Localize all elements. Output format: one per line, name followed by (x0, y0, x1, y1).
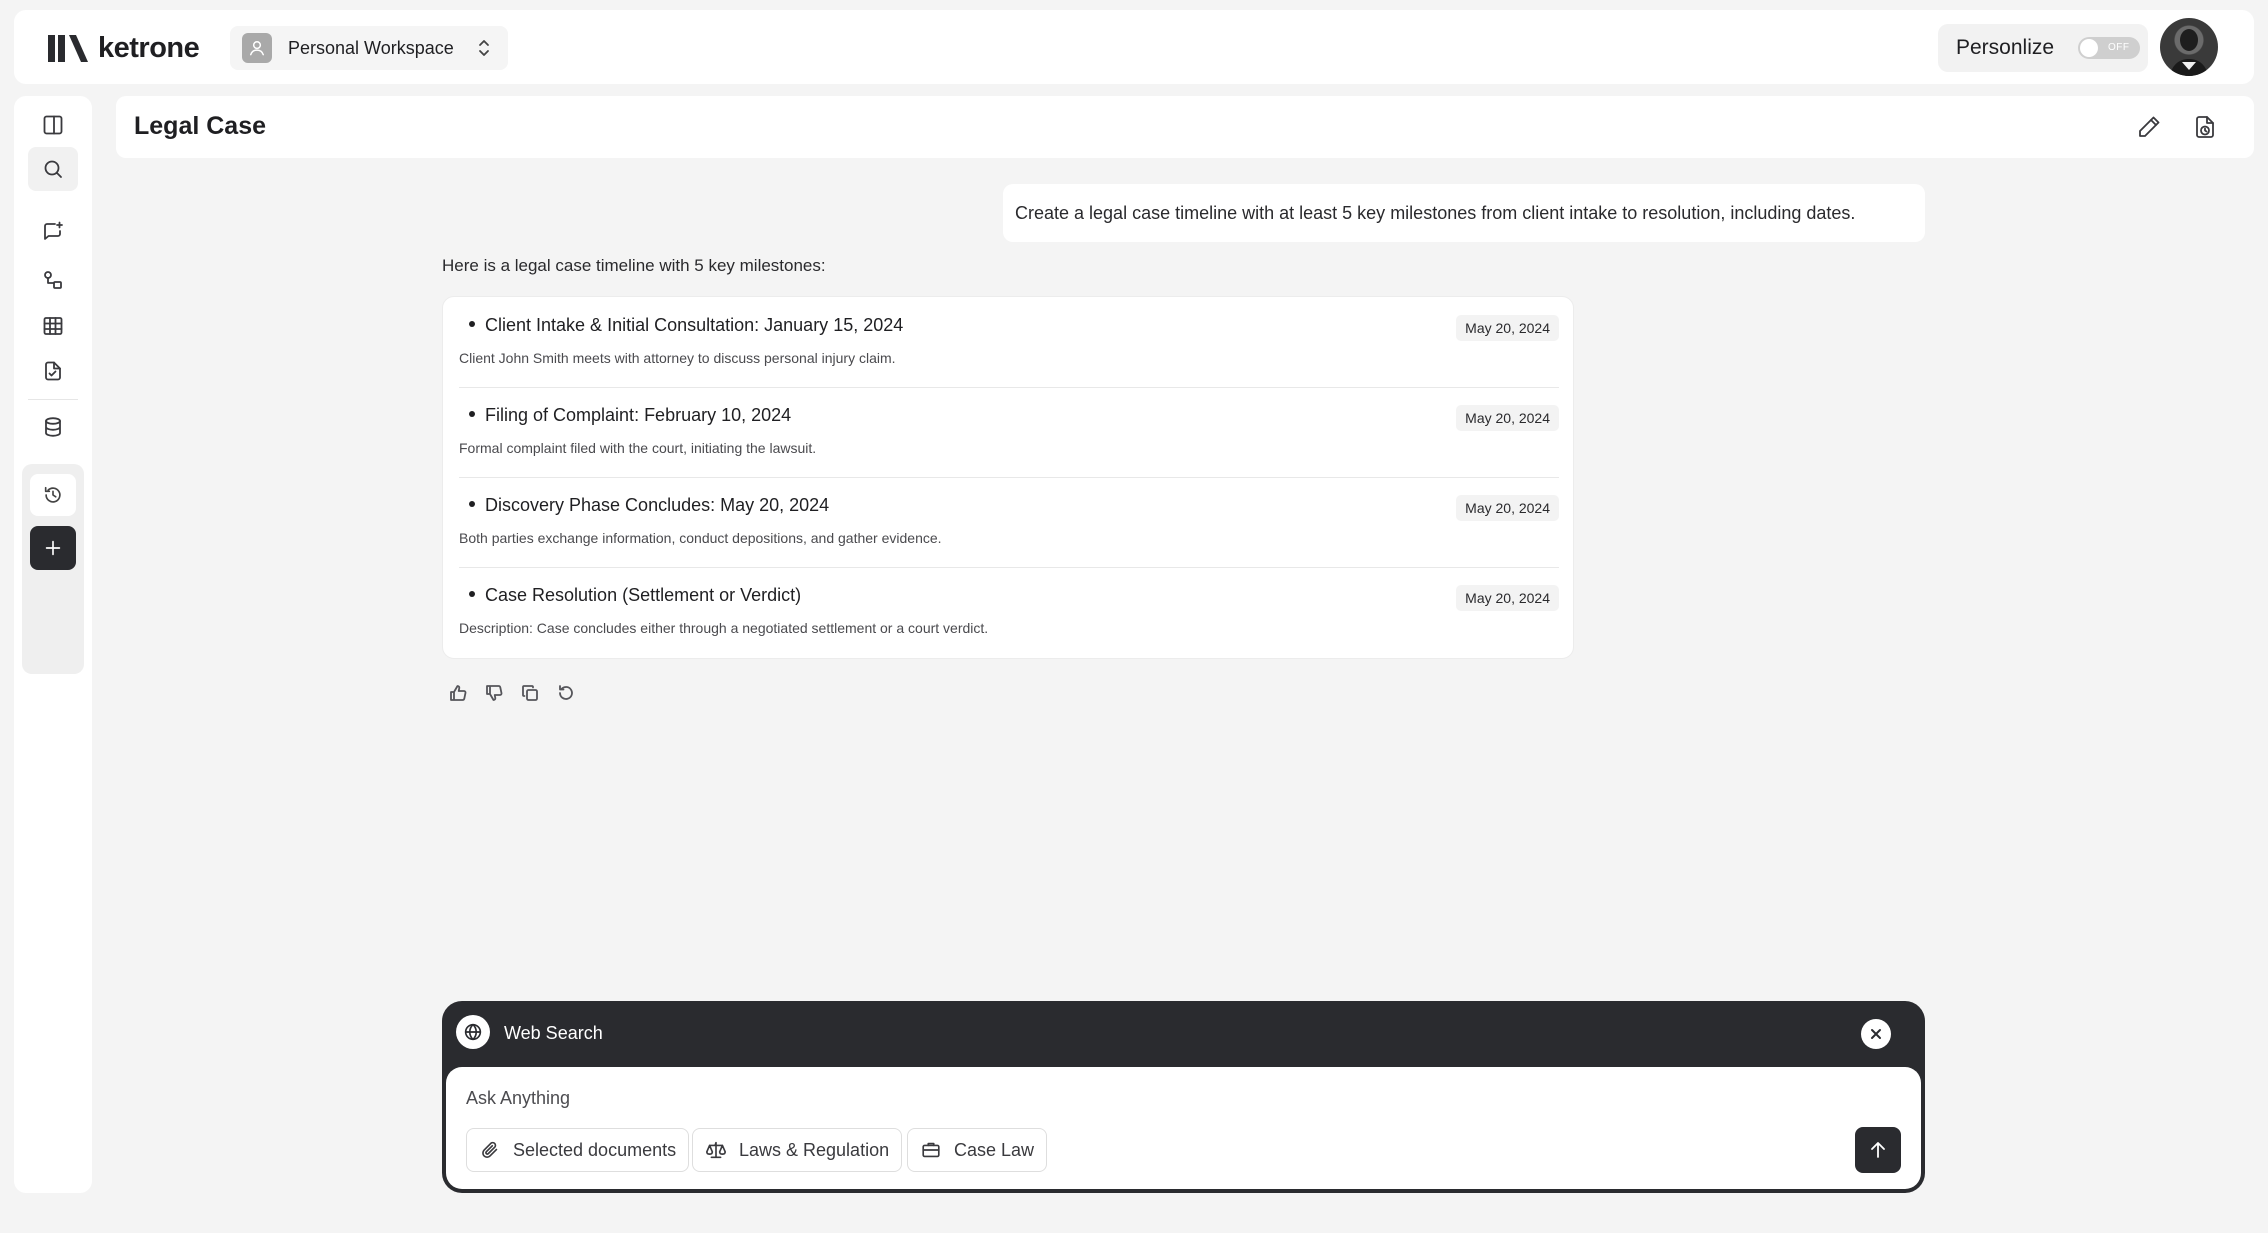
milestone-item: Client Intake & Initial Consultation: Ja… (459, 297, 1559, 387)
paperclip-icon (479, 1139, 501, 1161)
personalize-control: Personlize OFF (1938, 24, 2148, 72)
milestone-description: Description: Case concludes either throu… (459, 620, 989, 636)
refresh-icon (556, 683, 576, 703)
milestone-date-badge: May 20, 2024 (1456, 315, 1559, 341)
chat-sparkle-icon (41, 220, 65, 244)
personalize-label: Personlize (1956, 36, 2055, 59)
workspace-label: Personal Workspace (288, 37, 454, 58)
sidebar-item-workflows[interactable] (28, 258, 78, 302)
personalize-toggle[interactable]: OFF (2078, 37, 2140, 59)
page-title: Legal Case (134, 112, 267, 140)
laws-regulation-chip[interactable]: Laws & Regulation (692, 1128, 903, 1172)
regenerate-button[interactable] (554, 680, 578, 706)
new-case-button[interactable] (30, 526, 76, 570)
milestone-description: Formal complaint filed with the court, i… (459, 440, 817, 456)
scale-icon (705, 1139, 727, 1161)
ask-input[interactable] (466, 1081, 1766, 1115)
case-header: Legal Case (116, 96, 2254, 158)
milestone-title: Discovery Phase Concludes: May 20, 2024 (469, 495, 829, 516)
close-icon (1868, 1026, 1884, 1042)
close-web-search-button[interactable] (1861, 1019, 1891, 1049)
user-icon (247, 38, 267, 58)
edit-title-button[interactable] (2132, 110, 2166, 144)
brand-logo[interactable]: ketrone (48, 31, 200, 64)
like-button[interactable] (446, 680, 470, 706)
milestone-description: Client John Smith meets with attorney to… (459, 350, 896, 366)
pencil-icon (2135, 113, 2163, 141)
chevron-up-down-icon (474, 37, 494, 59)
workspace-avatar (242, 33, 272, 63)
history-icon (42, 484, 64, 506)
search-icon (41, 157, 65, 181)
milestone-item: Filing of Complaint: February 10, 2024 M… (459, 387, 1559, 477)
timeline-card: Client Intake & Initial Consultation: Ja… (442, 296, 1574, 659)
web-search-badge (456, 1015, 490, 1049)
chip-label: Laws & Regulation (739, 1139, 890, 1160)
globe-icon (462, 1021, 484, 1043)
milestone-date-badge: May 20, 2024 (1456, 495, 1559, 521)
milestone-title: Filing of Complaint: February 10, 2024 (469, 405, 791, 426)
profile-avatar[interactable] (2160, 18, 2218, 76)
sidebar-toggle-button[interactable] (28, 103, 78, 147)
left-sidebar (14, 96, 92, 1193)
plus-icon (42, 537, 64, 559)
table-grid-icon (41, 314, 65, 338)
milestone-item: Case Resolution (Settlement or Verdict) … (459, 567, 1559, 657)
selected-documents-chip[interactable]: Selected documents (466, 1128, 690, 1172)
person-photo-icon (2160, 18, 2218, 76)
milestone-date-badge: May 20, 2024 (1456, 585, 1559, 611)
chip-label: Case Law (954, 1139, 1035, 1160)
copy-button[interactable] (518, 680, 542, 706)
sidebar-item-tables[interactable] (28, 304, 78, 348)
top-bar: ketrone Personal Workspace Personlize OF… (14, 10, 2254, 84)
sidebar-action-group (22, 464, 84, 674)
user-message: Create a legal case timeline with at lea… (1003, 184, 1925, 242)
milestone-item: Discovery Phase Concludes: May 20, 2024 … (459, 477, 1559, 567)
assistant-intro: Here is a legal case timeline with 5 key… (442, 256, 826, 275)
thumbs-up-icon (448, 683, 468, 703)
chip-label: Selected documents (513, 1139, 677, 1160)
response-actions (446, 680, 578, 706)
sidebar-item-search[interactable] (28, 147, 78, 191)
composer-input-area: Selected documents Laws & Regulation Cas… (446, 1067, 1921, 1189)
sidebar-panel-icon (41, 113, 65, 137)
milestone-date-badge: May 20, 2024 (1456, 405, 1559, 431)
sidebar-item-documents[interactable] (28, 349, 78, 393)
document-check-icon (41, 359, 65, 383)
milestone-description: Both parties exchange information, condu… (459, 530, 942, 546)
milestone-title: Case Resolution (Settlement or Verdict) (469, 585, 801, 606)
document-history-button[interactable] (2188, 110, 2222, 144)
database-icon (41, 415, 65, 439)
document-clock-icon (2191, 113, 2219, 141)
toggle-knob (2080, 39, 2098, 57)
milestone-title: Client Intake & Initial Consultation: Ja… (469, 315, 903, 336)
case-law-chip[interactable]: Case Law (907, 1128, 1048, 1172)
web-search-label: Web Search (504, 1023, 603, 1043)
composer: Web Search Selected documents Laws & Reg… (442, 1001, 1925, 1193)
brand-name: ketrone (98, 31, 200, 64)
history-button[interactable] (30, 474, 76, 516)
sidebar-divider (28, 399, 78, 400)
thumbs-down-icon (484, 683, 504, 703)
send-button[interactable] (1855, 1127, 1901, 1173)
copy-icon (520, 683, 540, 703)
sidebar-item-new-chat[interactable] (28, 210, 78, 254)
workflow-icon (41, 268, 65, 292)
dislike-button[interactable] (482, 680, 506, 706)
sidebar-item-database[interactable] (28, 405, 78, 449)
briefcase-icon (920, 1139, 942, 1161)
toggle-state-label: OFF (2108, 42, 2130, 53)
workspace-switcher[interactable]: Personal Workspace (230, 26, 508, 70)
ketrone-logo-icon (48, 32, 88, 64)
arrow-up-icon (1866, 1138, 1890, 1162)
